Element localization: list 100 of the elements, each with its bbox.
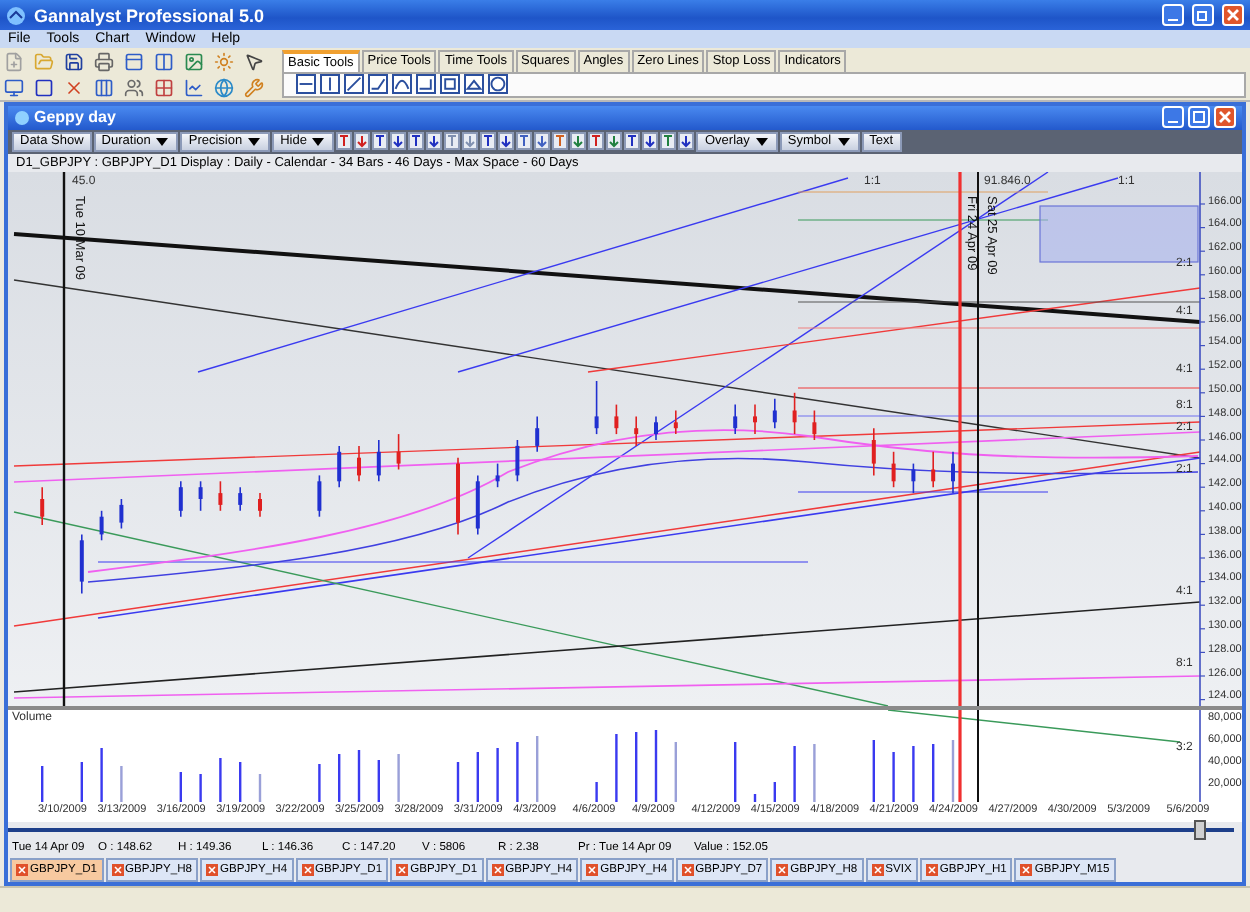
window-icon[interactable] bbox=[124, 51, 144, 72]
tool-icon[interactable] bbox=[354, 132, 371, 151]
candlestick bbox=[79, 532, 84, 594]
save-icon[interactable] bbox=[64, 51, 84, 72]
close-icon[interactable] bbox=[111, 863, 124, 876]
arc-icon[interactable] bbox=[392, 74, 412, 95]
candlestick bbox=[673, 409, 678, 435]
tool-icon[interactable] bbox=[336, 132, 353, 151]
app-title: Gannalyst Professional 5.0 bbox=[34, 5, 267, 26]
candlestick bbox=[238, 485, 243, 511]
caret-icon bbox=[835, 132, 852, 151]
candlestick bbox=[535, 414, 540, 452]
triangle-icon[interactable] bbox=[464, 74, 484, 95]
candlestick bbox=[456, 456, 460, 535]
candlestick bbox=[951, 450, 955, 494]
columns-icon[interactable] bbox=[94, 77, 114, 98]
caret-icon bbox=[246, 132, 263, 151]
date-marker-line bbox=[977, 709, 979, 802]
chart-window-icon bbox=[14, 109, 30, 126]
grid-icon[interactable] bbox=[154, 77, 174, 98]
candlestick bbox=[634, 414, 639, 447]
candlestick bbox=[317, 473, 322, 517]
candlestick bbox=[931, 450, 936, 488]
candlestick bbox=[792, 391, 797, 435]
cross-icon[interactable] bbox=[64, 77, 84, 98]
caret-icon bbox=[753, 132, 770, 151]
candlestick bbox=[337, 444, 342, 488]
tool-icon[interactable] bbox=[552, 132, 569, 151]
close-icon[interactable] bbox=[1214, 106, 1236, 129]
candlestick bbox=[99, 509, 104, 541]
candlestick bbox=[357, 444, 361, 482]
close-icon[interactable] bbox=[925, 863, 938, 876]
line-chart-icon[interactable] bbox=[184, 77, 204, 98]
minimize-icon[interactable] bbox=[1162, 4, 1184, 27]
square-icon[interactable] bbox=[34, 77, 54, 98]
close-icon[interactable] bbox=[586, 863, 599, 876]
candlestick bbox=[218, 479, 223, 511]
tool-icon[interactable] bbox=[426, 132, 443, 151]
tool-icon[interactable] bbox=[642, 132, 659, 151]
tool-icon[interactable] bbox=[516, 132, 533, 151]
tool-icon[interactable] bbox=[624, 132, 641, 151]
minimize-icon[interactable] bbox=[1162, 106, 1184, 129]
close-icon[interactable] bbox=[1222, 4, 1244, 27]
globe-icon[interactable] bbox=[214, 77, 234, 98]
close-icon[interactable] bbox=[206, 863, 219, 876]
tool-icon[interactable] bbox=[390, 132, 407, 151]
pointer-icon[interactable] bbox=[244, 51, 264, 72]
candlestick bbox=[871, 426, 876, 476]
tool-icon[interactable] bbox=[480, 132, 497, 151]
candlestick bbox=[891, 450, 896, 488]
close-icon[interactable] bbox=[776, 863, 789, 876]
monitor-icon[interactable] bbox=[4, 77, 24, 98]
tool-icon[interactable] bbox=[606, 132, 623, 151]
close-icon[interactable] bbox=[396, 863, 409, 876]
diagonal-line-icon[interactable] bbox=[344, 74, 364, 95]
candlestick bbox=[772, 397, 777, 429]
users-icon[interactable] bbox=[124, 77, 144, 98]
tool-icon[interactable] bbox=[462, 132, 479, 151]
candlestick bbox=[396, 432, 401, 470]
app-logo-icon bbox=[6, 5, 26, 26]
close-icon[interactable] bbox=[491, 863, 504, 876]
printer-icon[interactable] bbox=[94, 51, 114, 72]
tool-icon[interactable] bbox=[534, 132, 551, 151]
candlestick bbox=[733, 403, 738, 435]
close-icon[interactable] bbox=[871, 863, 884, 876]
tool-icon[interactable] bbox=[678, 132, 695, 151]
close-icon[interactable] bbox=[16, 863, 28, 876]
rectangle-icon[interactable] bbox=[440, 74, 460, 95]
candlestick bbox=[119, 497, 124, 529]
candlestick bbox=[654, 414, 658, 441]
date-marker-line bbox=[958, 709, 962, 802]
scroll-handle[interactable] bbox=[1194, 820, 1206, 841]
corner-line-icon[interactable] bbox=[416, 74, 436, 95]
tool-icon[interactable] bbox=[372, 132, 389, 151]
caret-icon bbox=[310, 132, 327, 151]
tool-icon[interactable] bbox=[660, 132, 677, 151]
tool-icon[interactable] bbox=[408, 132, 425, 151]
candlestick bbox=[812, 409, 817, 441]
candlestick bbox=[198, 479, 203, 511]
angled-line-icon[interactable] bbox=[368, 74, 388, 95]
split-window-icon[interactable] bbox=[154, 51, 174, 72]
tool-icon[interactable] bbox=[570, 132, 587, 151]
candlestick bbox=[376, 438, 381, 482]
sun-icon[interactable] bbox=[214, 51, 234, 72]
picture-icon[interactable] bbox=[184, 51, 204, 72]
candlestick bbox=[753, 403, 757, 435]
close-icon[interactable] bbox=[1020, 863, 1033, 876]
caret-icon bbox=[154, 132, 171, 151]
close-icon[interactable] bbox=[681, 863, 694, 876]
close-icon[interactable] bbox=[301, 863, 314, 876]
candlestick bbox=[495, 462, 500, 488]
tool-icon[interactable] bbox=[588, 132, 605, 151]
restore-icon[interactable] bbox=[1192, 4, 1214, 27]
candlestick bbox=[40, 485, 45, 526]
tool-icon[interactable] bbox=[498, 132, 515, 151]
maximize-icon[interactable] bbox=[1188, 106, 1210, 129]
candlestick bbox=[258, 491, 262, 517]
circle-icon[interactable] bbox=[488, 74, 508, 95]
tool-icon[interactable] bbox=[444, 132, 461, 151]
candlestick bbox=[178, 479, 183, 517]
